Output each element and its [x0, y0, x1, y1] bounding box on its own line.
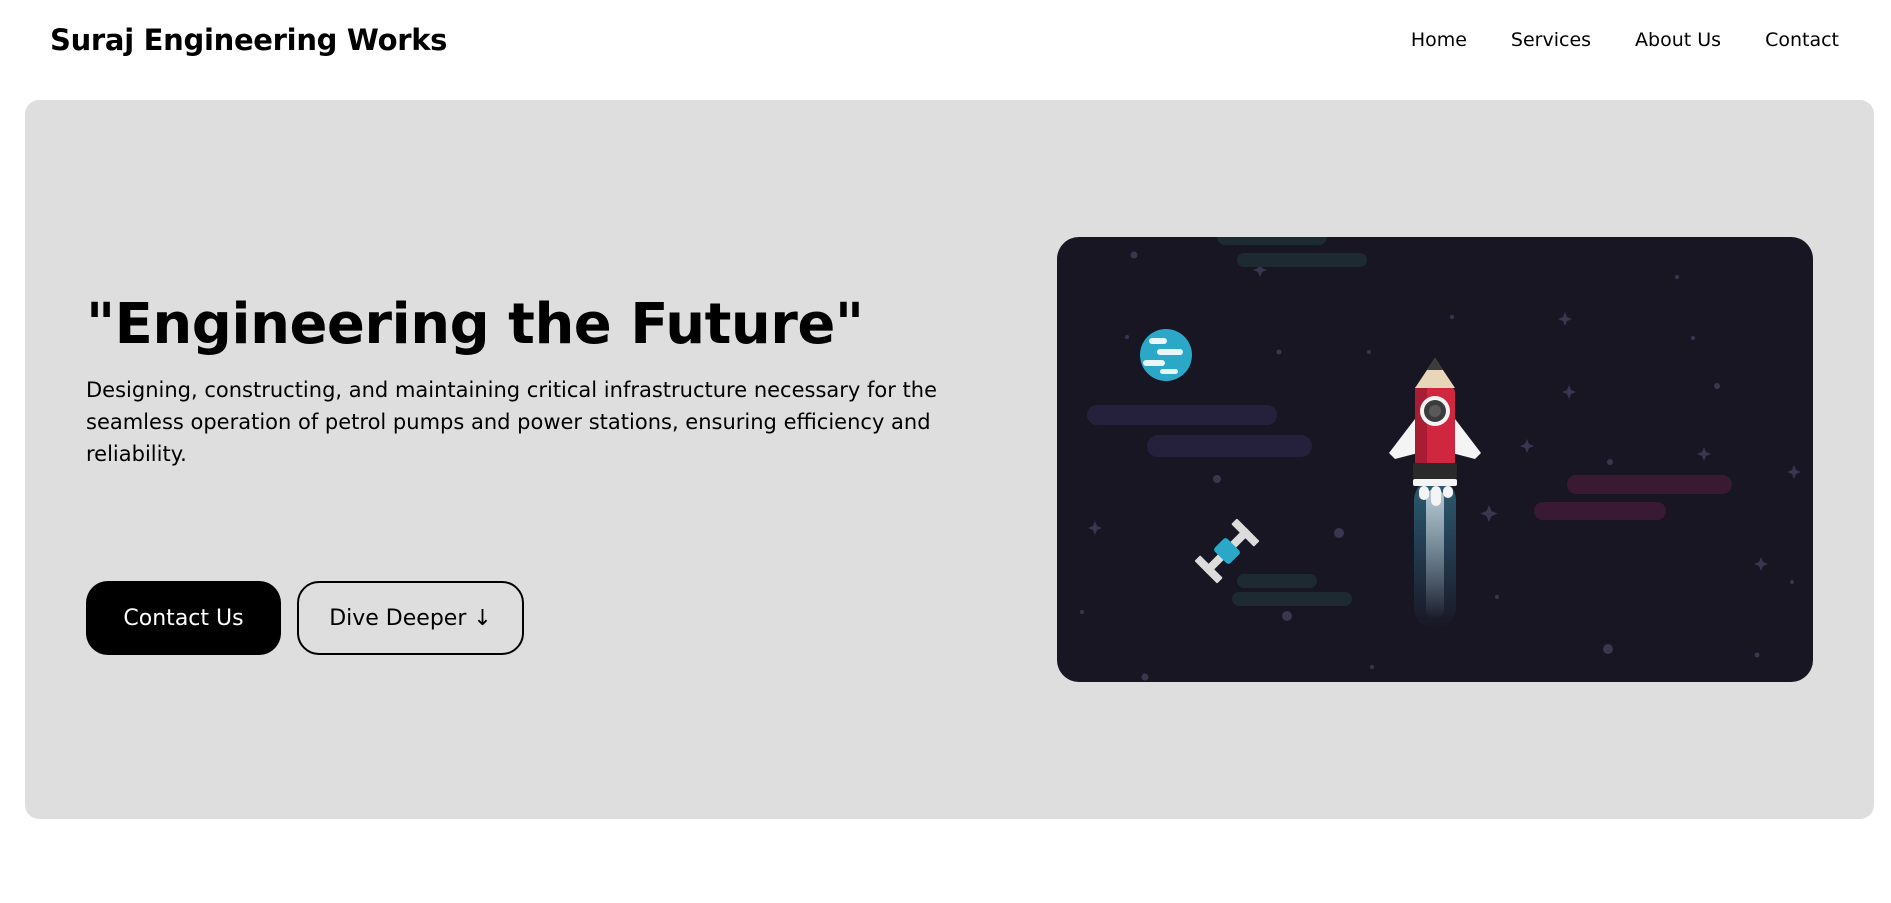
rocket-icon — [1389, 358, 1481, 506]
hero-section: "Engineering the Future" Designing, cons… — [25, 100, 1874, 819]
contact-us-button[interactable]: Contact Us — [86, 581, 281, 655]
nav-contact-link[interactable]: Contact — [1765, 26, 1839, 54]
nav-home-link[interactable]: Home — [1411, 26, 1467, 54]
nav-about-us-link[interactable]: About Us — [1635, 26, 1721, 54]
satellite-icon — [1194, 518, 1260, 584]
planet-icon — [1140, 329, 1192, 381]
brand-name[interactable]: Suraj Engineering Works — [50, 22, 447, 58]
main-nav: Home Services About Us Contact — [1411, 26, 1839, 54]
clouds — [1087, 237, 1732, 606]
space-scene-illustration — [1080, 237, 1801, 681]
top-navigation-bar: Suraj Engineering Works Home Services Ab… — [0, 0, 1891, 80]
hero-headline: "Engineering the Future" — [86, 292, 864, 357]
hero-illustration — [1057, 237, 1813, 682]
nav-services-link[interactable]: Services — [1511, 26, 1591, 54]
hero-description: Designing, constructing, and maintaining… — [86, 378, 938, 466]
dive-deeper-button[interactable]: Dive Deeper ↓ — [297, 581, 524, 655]
